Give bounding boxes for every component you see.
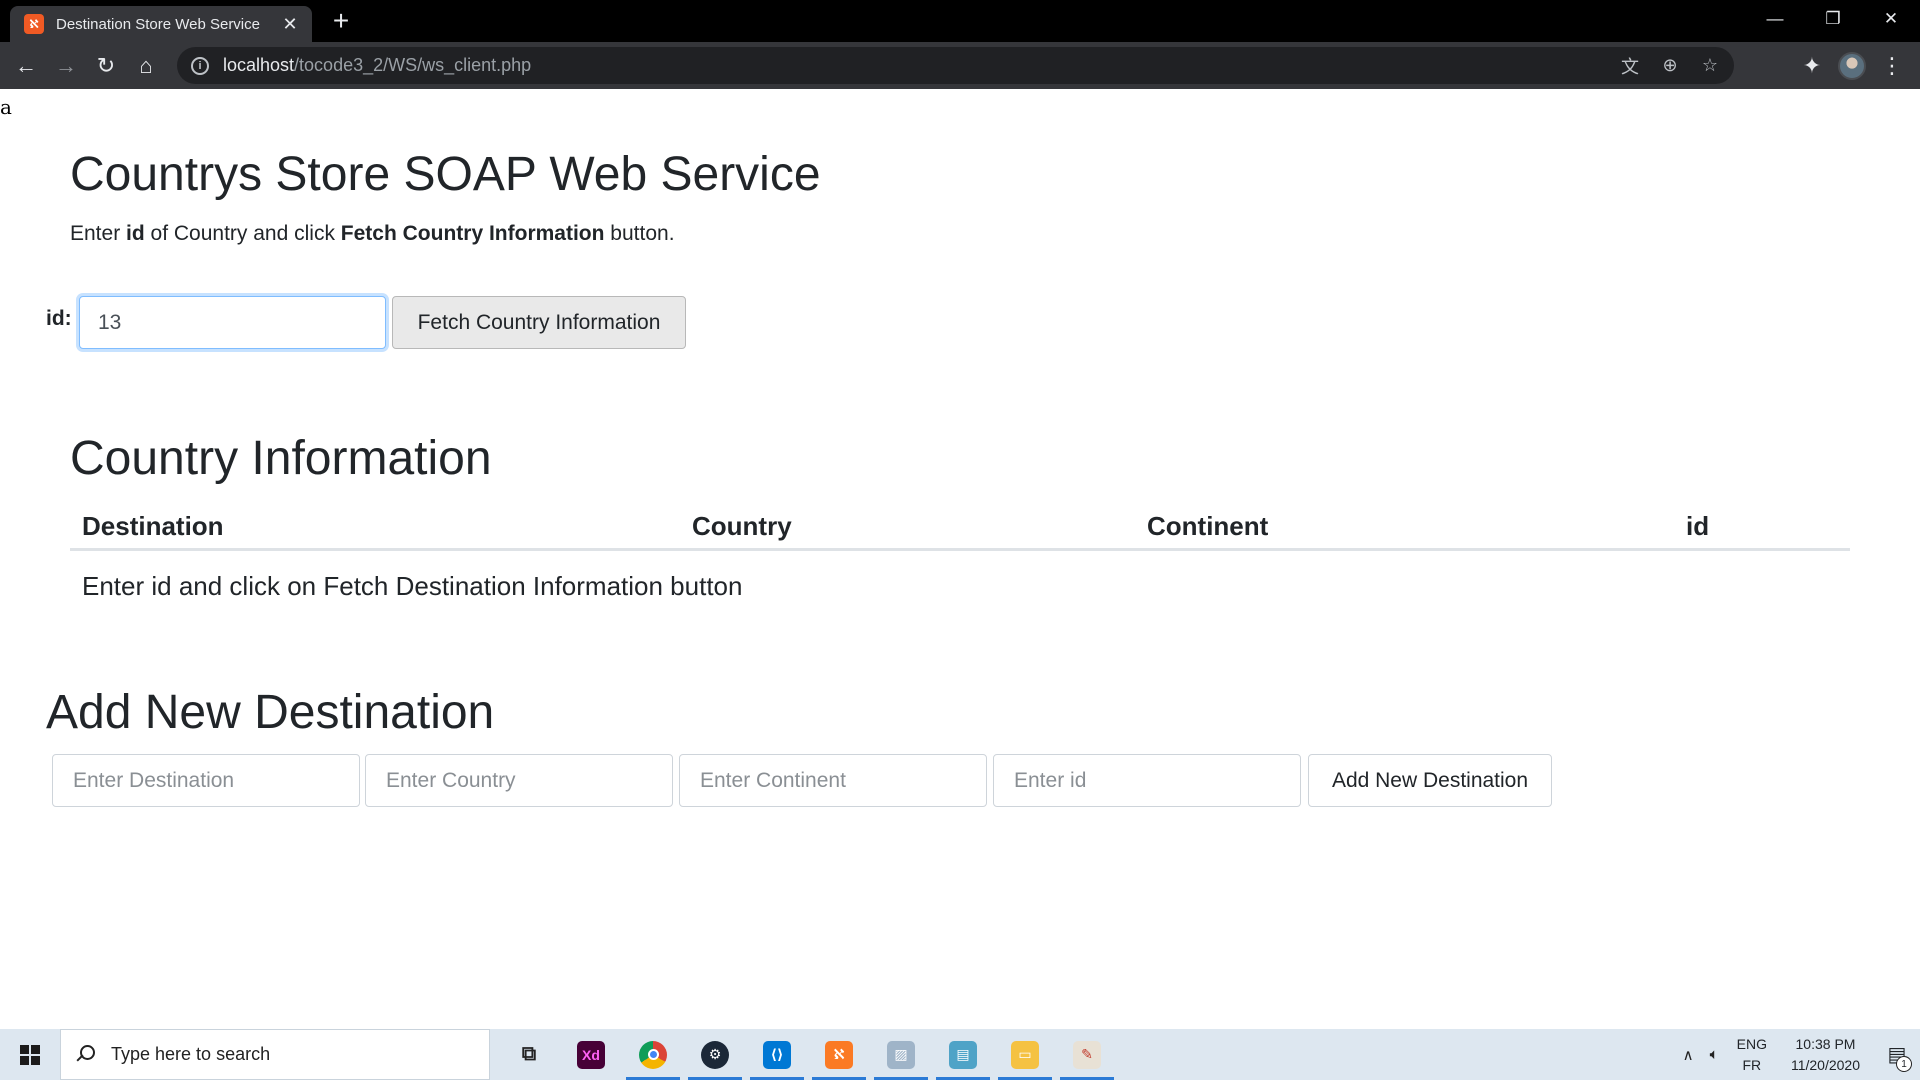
- restore-icon[interactable]: ❐: [1804, 0, 1862, 38]
- back-icon[interactable]: ←: [6, 46, 46, 86]
- steam-icon[interactable]: ⚙: [684, 1029, 746, 1080]
- continent-field[interactable]: [679, 754, 987, 807]
- fetch-country-button[interactable]: Fetch Country Information: [392, 296, 686, 349]
- country-info-table: Destination Country Continent id Enter i…: [70, 497, 1850, 601]
- page-title: Countrys Store SOAP Web Service: [70, 148, 821, 201]
- notification-center-icon[interactable]: ▤ 1: [1874, 1029, 1920, 1080]
- url-text[interactable]: localhost/tocode3_2/WS/ws_client.php: [223, 55, 531, 76]
- taskbar-search-placeholder: Type here to search: [111, 1044, 271, 1064]
- notepad-icon[interactable]: ▤: [932, 1029, 994, 1080]
- clock-date: 11/20/2020: [1790, 1056, 1860, 1073]
- taskbar-search[interactable]: Type here to search: [60, 1029, 490, 1080]
- paint-icon[interactable]: ✎: [1056, 1029, 1118, 1080]
- add-destination-heading: Add New Destination: [46, 686, 495, 739]
- column-header-continent: Continent: [1147, 511, 1269, 541]
- profile-avatar[interactable]: [1838, 52, 1866, 80]
- tab-title: Destination Store Web Service: [56, 15, 260, 33]
- chrome-icon[interactable]: [622, 1029, 684, 1080]
- minimize-icon[interactable]: —: [1746, 0, 1804, 38]
- adobe-xd-icon[interactable]: Xd: [560, 1029, 622, 1080]
- clock[interactable]: 10:38 PM 11/20/2020: [1777, 1034, 1874, 1076]
- stray-text: a: [0, 95, 12, 119]
- page-content: a Countrys Store SOAP Web Service Enter …: [0, 89, 1920, 1029]
- close-tab-icon[interactable]: ✕: [278, 14, 302, 35]
- add-destination-button[interactable]: Add New Destination: [1308, 754, 1552, 807]
- photos-icon[interactable]: ▨: [870, 1029, 932, 1080]
- close-window-icon[interactable]: ✕: [1862, 0, 1920, 38]
- task-view-icon[interactable]: ⧉: [498, 1029, 560, 1080]
- translate-icon[interactable]: 文: [1618, 54, 1642, 78]
- id-label: id:: [46, 307, 72, 330]
- country-info-heading: Country Information: [70, 432, 492, 485]
- bookmark-star-icon[interactable]: ☆: [1698, 54, 1722, 78]
- country-field[interactable]: [365, 754, 673, 807]
- file-explorer-icon[interactable]: ▭: [994, 1029, 1056, 1080]
- volume-icon[interactable]: 🔈︎: [1702, 1046, 1727, 1063]
- vscode-icon[interactable]: ⟨⟩: [746, 1029, 808, 1080]
- chevron-up-icon[interactable]: ∧: [1675, 1046, 1702, 1064]
- system-tray: ∧ 🔈︎ ENG FR 10:38 PM 11/20/2020 ▤ 1: [1675, 1029, 1920, 1080]
- xampp-icon: ℵ: [24, 14, 44, 34]
- extensions-icon[interactable]: ✦: [1792, 46, 1832, 86]
- menu-kebab-icon[interactable]: ⋮: [1872, 46, 1912, 86]
- xampp-icon[interactable]: ℵ: [808, 1029, 870, 1080]
- new-tab-icon[interactable]: +: [325, 7, 357, 35]
- site-info-icon[interactable]: i: [191, 56, 209, 75]
- browser-tab[interactable]: ℵ Destination Store Web Service ✕: [10, 6, 312, 42]
- language-indicator[interactable]: ENG FR: [1727, 1034, 1777, 1076]
- windows-taskbar: Type here to search ⧉ Xd ⚙ ⟨⟩ ℵ ▨ ▤ ▭ ✎ …: [0, 1029, 1920, 1080]
- zoom-icon[interactable]: ⊕: [1658, 54, 1682, 78]
- forward-icon[interactable]: →: [46, 46, 86, 86]
- address-bar[interactable]: i localhost/tocode3_2/WS/ws_client.php 文…: [177, 47, 1734, 84]
- destination-field[interactable]: [52, 754, 360, 807]
- notification-badge: 1: [1896, 1056, 1912, 1072]
- column-header-destination: Destination: [82, 511, 224, 541]
- table-header-row: Destination Country Continent id: [70, 497, 1850, 551]
- id-field[interactable]: [993, 754, 1301, 807]
- column-header-country: Country: [692, 511, 792, 541]
- browser-toolbar: ← → ↻ ⌂ i localhost/tocode3_2/WS/ws_clie…: [0, 42, 1920, 89]
- windows-logo-icon: [20, 1044, 40, 1065]
- browser-tab-strip: ℵ Destination Store Web Service ✕ + — ❐ …: [0, 0, 1920, 42]
- start-button[interactable]: [0, 1029, 60, 1080]
- taskbar-apps: ⧉ Xd ⚙ ⟨⟩ ℵ ▨ ▤ ▭ ✎: [498, 1029, 1118, 1080]
- search-icon: [75, 1044, 95, 1065]
- home-icon[interactable]: ⌂: [126, 46, 166, 86]
- instructions: Enter id of Country and click Fetch Coun…: [70, 222, 675, 245]
- column-header-id: id: [1686, 511, 1710, 541]
- window-controls: — ❐ ✕: [1746, 0, 1920, 38]
- id-input[interactable]: [79, 296, 386, 349]
- reload-icon[interactable]: ↻: [86, 46, 126, 86]
- table-empty-message: Enter id and click on Fetch Destination …: [82, 571, 743, 601]
- clock-time: 10:38 PM: [1795, 1035, 1856, 1052]
